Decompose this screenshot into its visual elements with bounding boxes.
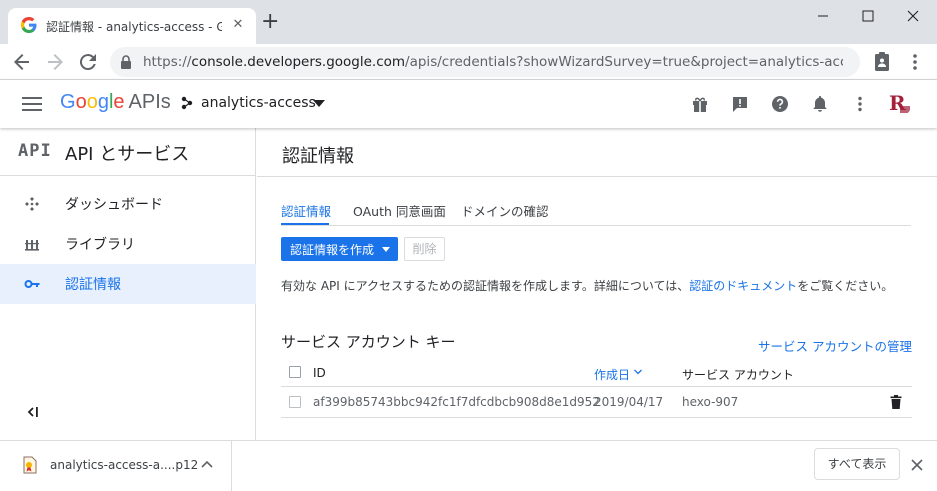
auth-docs-link[interactable]: 認証のドキュメント xyxy=(689,279,797,293)
sidebar: API API とサービス ダッシュボード ライブラリ 認証情報 xyxy=(0,128,256,440)
description-text: 有効な API にアクセスするための認証情報を作成します。詳細については、認証の… xyxy=(281,277,893,294)
key-id: af399b85743bbc942fc1f7dfcdbcb908d8e1d952 xyxy=(313,395,600,409)
credential-tabs: 認証情報 OAuth 同意画面 ドメインの確認 xyxy=(281,198,911,226)
download-shelf: analytics-access-a....p12 すべて表示 xyxy=(0,440,937,491)
project-name: analytics-access xyxy=(201,95,316,111)
dashboard-icon xyxy=(25,197,39,211)
url-path: /apis/credentials?showWizardSurvey=true&… xyxy=(405,54,843,70)
delete-key-icon[interactable] xyxy=(890,395,902,409)
tab-title: 認証情報 - analytics-access - Goo xyxy=(46,20,222,34)
logo-letter: o xyxy=(86,91,98,113)
help-icon[interactable] xyxy=(770,94,790,114)
delete-button[interactable]: 削除 xyxy=(404,237,445,261)
window-minimize-icon[interactable] xyxy=(800,0,846,32)
more-vert-icon[interactable] xyxy=(850,94,870,114)
project-hub-icon xyxy=(181,96,193,110)
logo-letter: e xyxy=(113,91,125,113)
caret-down-icon xyxy=(313,100,325,107)
caret-down-icon xyxy=(382,247,390,252)
description-suffix: をご覧ください。 xyxy=(797,279,894,293)
clipboard-icon[interactable] xyxy=(870,50,894,74)
google-favicon-icon xyxy=(21,17,37,33)
forward-arrow-icon[interactable] xyxy=(43,50,67,74)
service-account-name: hexo-907 xyxy=(682,395,739,409)
chevron-up-icon[interactable] xyxy=(201,460,213,468)
key-icon xyxy=(24,280,40,288)
tab-close-icon[interactable]: ✕ xyxy=(230,17,246,33)
logo-letter: g xyxy=(97,91,109,113)
download-file-name: analytics-access-a....p12 xyxy=(50,458,199,472)
certificate-file-icon xyxy=(23,456,37,474)
reload-icon[interactable] xyxy=(76,50,100,74)
notifications-icon[interactable] xyxy=(810,94,830,114)
console-header: Google APIs analytics-access xyxy=(0,80,937,128)
column-header-created[interactable]: 作成日 xyxy=(594,366,630,383)
sidebar-item-label: 認証情報 xyxy=(65,277,121,293)
create-credentials-button[interactable]: 認証情報を作成 xyxy=(281,237,398,261)
created-date: 2019/04/17 xyxy=(594,395,664,409)
download-item[interactable]: analytics-access-a....p12 xyxy=(0,441,232,491)
hamburger-menu-icon[interactable] xyxy=(22,95,42,113)
description-main: 有効な API にアクセスするための認証情報を作成します。詳細については、 xyxy=(281,279,690,293)
tab-oauth-consent[interactable]: OAuth 同意画面 xyxy=(353,201,446,220)
create-credentials-label: 認証情報を作成 xyxy=(290,243,375,257)
logo-letter: G xyxy=(60,91,76,113)
sidebar-header: API API とサービス xyxy=(0,128,256,176)
sidebar-title: API とサービス xyxy=(65,144,190,165)
avatar[interactable]: R xyxy=(884,89,912,117)
url-host: console.developers.google.com xyxy=(191,54,406,70)
logo-apis: APIs xyxy=(128,91,171,113)
collapse-sidebar-icon[interactable] xyxy=(24,405,40,419)
tab-domain-verification[interactable]: ドメインの確認 xyxy=(461,201,549,220)
library-icon xyxy=(25,240,39,251)
table-row[interactable]: af399b85743bbc942fc1f7dfcdbcb908d8e1d952… xyxy=(281,387,912,418)
column-header-id[interactable]: ID xyxy=(313,366,326,380)
address-bar[interactable]: https://console.developers.google.com/ap… xyxy=(110,47,860,77)
lock-icon xyxy=(121,55,131,69)
sidebar-item-library[interactable]: ライブラリ xyxy=(0,224,256,264)
api-icon: API xyxy=(18,141,52,161)
new-tab-icon[interactable]: + xyxy=(261,11,279,33)
url-text: https://console.developers.google.com/ap… xyxy=(143,54,843,70)
manage-service-accounts-link[interactable]: サービス アカウントの管理 xyxy=(758,336,912,355)
sort-descending-icon[interactable] xyxy=(634,369,642,375)
browser-toolbar: https://console.developers.google.com/ap… xyxy=(0,44,937,80)
select-all-checkbox[interactable] xyxy=(289,366,301,378)
show-all-downloads-button[interactable]: すべて表示 xyxy=(814,448,900,480)
gift-icon[interactable] xyxy=(690,94,710,114)
page-title: 認証情報 xyxy=(282,146,354,167)
sidebar-item-label: ライブラリ xyxy=(65,237,135,253)
feedback-icon[interactable] xyxy=(730,94,750,114)
google-apis-logo[interactable]: Google APIs xyxy=(60,91,171,114)
active-tab-indicator xyxy=(281,223,329,225)
logo-letter: o xyxy=(75,91,87,113)
window-maximize-icon[interactable] xyxy=(845,0,891,32)
title-divider xyxy=(257,176,937,177)
back-arrow-icon[interactable] xyxy=(10,50,34,74)
column-header-service-account[interactable]: サービス アカウント xyxy=(682,366,794,383)
url-prefix: https:// xyxy=(143,54,192,70)
close-shelf-icon[interactable] xyxy=(910,458,924,472)
section-title: サービス アカウント キー xyxy=(281,333,456,351)
sidebar-item-credentials[interactable]: 認証情報 xyxy=(0,264,256,304)
browser-menu-icon[interactable] xyxy=(903,50,927,74)
window-close-icon[interactable] xyxy=(890,0,936,32)
browser-tab[interactable]: 認証情報 - analytics-access - Goo ✕ xyxy=(8,8,256,44)
sidebar-item-label: ダッシュボード xyxy=(65,197,163,213)
table-header: ID 作成日 サービス アカウント xyxy=(281,360,912,387)
tab-credentials[interactable]: 認証情報 xyxy=(281,201,331,220)
sidebar-item-dashboard[interactable]: ダッシュボード xyxy=(0,184,256,224)
row-checkbox[interactable] xyxy=(289,396,301,408)
browser-titlebar: 認証情報 - analytics-access - Goo ✕ + xyxy=(0,0,937,44)
